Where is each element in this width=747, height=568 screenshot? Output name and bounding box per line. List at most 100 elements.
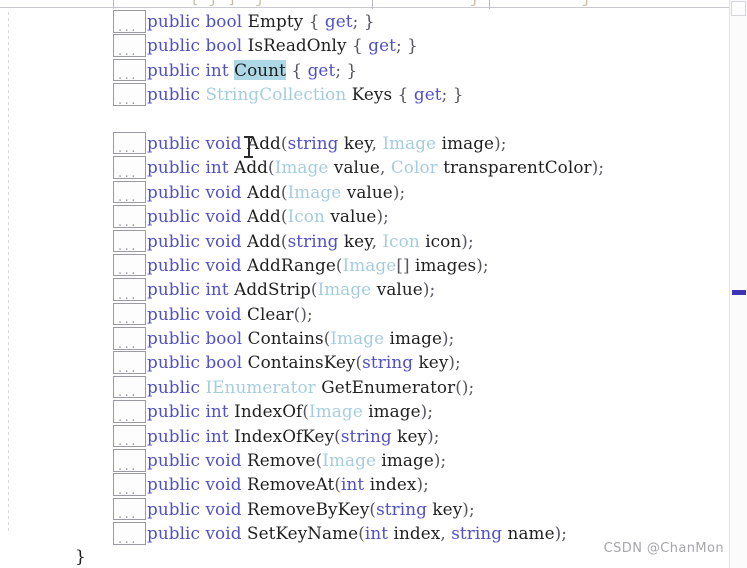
code-line-text[interactable]: public bool Contains(Image image); [147, 326, 454, 350]
code-line[interactable]: ... public void Clear(); [0, 302, 730, 326]
code-line[interactable]: ... public bool IsReadOnly { get; } [0, 33, 730, 58]
collapsed-region-box[interactable]: ... [113, 449, 146, 473]
collapsed-region-box[interactable]: ... [113, 205, 146, 229]
collapsed-region-box[interactable]: ... [113, 83, 146, 107]
code-line-text[interactable]: public void Add(Image value); [147, 180, 405, 204]
code-line-text[interactable]: public IEnumerator GetEnumerator(); [147, 375, 474, 399]
identifier-token: RemoveByKey [247, 498, 370, 519]
code-line-text[interactable]: public void Remove(Image image); [147, 448, 446, 472]
collapsed-region-box[interactable]: ... [113, 10, 146, 34]
collapsed-region-box[interactable]: ... [113, 131, 146, 157]
code-line-text[interactable]: public StringCollection Keys { get; } [147, 82, 464, 106]
scrollbar-up-button[interactable] [731, 1, 746, 16]
identifier-token: Add [247, 206, 281, 227]
identifier-token: key [432, 498, 463, 519]
keyword-token: public [147, 157, 201, 178]
collapsed-region-box[interactable]: ... [113, 400, 146, 424]
collapsed-region-box[interactable]: ... [113, 473, 146, 497]
code-line-text[interactable]: public bool IsReadOnly { get; } [147, 33, 418, 57]
collapsed-region-box[interactable]: ... [113, 327, 146, 351]
code-line-blank[interactable] [0, 107, 730, 131]
vertical-scrollbar[interactable] [729, 0, 747, 568]
code-line[interactable]: ... public bool ContainsKey(string key); [0, 350, 730, 375]
code-line[interactable]: ... public void Add(string key, Icon icon… [0, 229, 730, 253]
code-line-text[interactable]: public int AddStrip(Image value); [147, 277, 435, 301]
keyword-token: get [413, 84, 442, 105]
keyword-token: public [147, 254, 201, 275]
collapsed-region-box[interactable]: ... [113, 522, 146, 546]
code-line[interactable]: ... public int Add(Image value, Color tra… [0, 155, 730, 180]
code-line[interactable]: ... public IEnumerator GetEnumerator(); [0, 375, 730, 399]
code-lines-container[interactable]: ... public bool Empty { get; }... public b… [0, 9, 730, 568]
code-line-text[interactable]: public void Add(string key, Image image)… [147, 131, 506, 155]
identifier-token: value [330, 206, 377, 227]
code-line-text[interactable]: public int Add(Image value, Color transp… [147, 155, 604, 179]
collapsed-region-box[interactable]: ... [113, 424, 146, 448]
code-line[interactable]: ... public int IndexOf(Image image); [0, 399, 730, 424]
collapsed-region-box[interactable]: ... [113, 351, 146, 375]
code-line[interactable]: ... public void AddRange(Image[] images); [0, 253, 730, 277]
code-line-text[interactable]: public bool Empty { get; } [147, 9, 375, 33]
keyword-token: string [362, 352, 414, 373]
collapsed-region-box[interactable]: ... [113, 375, 146, 399]
code-line-text[interactable]: public void RemoveByKey(string key); [147, 497, 475, 521]
code-line-text[interactable]: public void SetKeyName(int index, string… [147, 521, 567, 545]
type-token: Image [382, 132, 437, 153]
collapsed-region-box[interactable]: ... [113, 156, 146, 180]
identifier-token: index [393, 523, 441, 544]
code-line-text[interactable]: public void AddRange(Image[] images); [147, 253, 489, 277]
punctuation-token: ( [334, 425, 341, 446]
type-token: Icon [287, 206, 325, 227]
code-line[interactable]: ... public StringCollection Keys { get; } [0, 82, 730, 107]
collapsed-region-box[interactable]: ... [113, 180, 146, 204]
code-line[interactable]: ... public void RemoveAt(int index); [0, 472, 730, 497]
fold-ellipsis: ... [118, 68, 138, 84]
keyword-token: public [147, 59, 201, 80]
fold-ellipsis: ... [118, 141, 138, 157]
type-token: Image [317, 279, 372, 300]
keyword-token: int [205, 425, 229, 446]
keyword-token: public [147, 11, 201, 31]
collapsed-region-box[interactable]: ... [113, 229, 146, 253]
code-line[interactable]: ... public bool Empty { get; } [0, 9, 730, 34]
code-line[interactable]: ... public void Add(Image value); [0, 180, 730, 204]
collapsed-region-box[interactable]: ... [113, 302, 146, 326]
keyword-token: void [205, 206, 242, 227]
code-line[interactable]: ... public int IndexOfKey(string key); [0, 424, 730, 448]
code-line-text[interactable]: public int IndexOf(Image image); [147, 399, 433, 423]
code-line-text[interactable]: public void Clear(); [147, 302, 313, 326]
collapsed-region-box[interactable]: ... [113, 497, 146, 521]
identifier-token: image [389, 328, 443, 349]
collapsed-region-box[interactable]: ... [113, 58, 146, 84]
identifier-token: key [418, 352, 449, 373]
collapsed-region-box[interactable]: ... [113, 34, 146, 58]
code-line[interactable]: ... public bool Contains(Image image); [0, 326, 730, 351]
scrollbar-position-marker[interactable] [732, 289, 746, 295]
punctuation-token: (); [293, 303, 313, 324]
code-line[interactable]: ... public void RemoveByKey(string key); [0, 497, 730, 521]
identifier-token: Contains [247, 328, 324, 349]
keyword-token: int [341, 474, 365, 495]
code-line-text[interactable]: public void Add(string key, Icon icon); [147, 229, 474, 253]
collapsed-region-box[interactable]: ... [113, 278, 146, 302]
code-line-text[interactable]: public void RemoveAt(int index); [147, 472, 429, 496]
type-token: Image [322, 450, 376, 471]
code-line[interactable]: ... public int Count { get; } [0, 58, 730, 82]
code-line[interactable]: ... public void Add(string key, Image ima… [0, 131, 730, 155]
punctuation-token: ); [448, 352, 461, 373]
code-line[interactable]: ... public void Remove(Image image); [0, 448, 730, 473]
collapsed-region-box[interactable]: ... [113, 253, 146, 277]
code-line[interactable]: ... public void Add(Icon value); [0, 204, 730, 229]
code-line-text[interactable]: public bool ContainsKey(string key); [147, 350, 461, 374]
identifier-token: image [368, 401, 421, 422]
code-line[interactable]: ... public int AddStrip(Image value); [0, 277, 730, 302]
identifier-token: AddRange [247, 254, 336, 275]
code-line-text[interactable]: public int IndexOfKey(string key); [147, 424, 439, 448]
identifier-token: Add [247, 181, 281, 202]
keyword-token: public [147, 230, 201, 251]
keyword-token: public [147, 450, 201, 471]
code-line-text[interactable]: public int Count { get; } [147, 58, 357, 82]
punctuation-token: ); [392, 181, 406, 202]
type-token: Image [342, 254, 397, 275]
code-line-text[interactable]: public void Add(Icon value); [147, 204, 389, 228]
